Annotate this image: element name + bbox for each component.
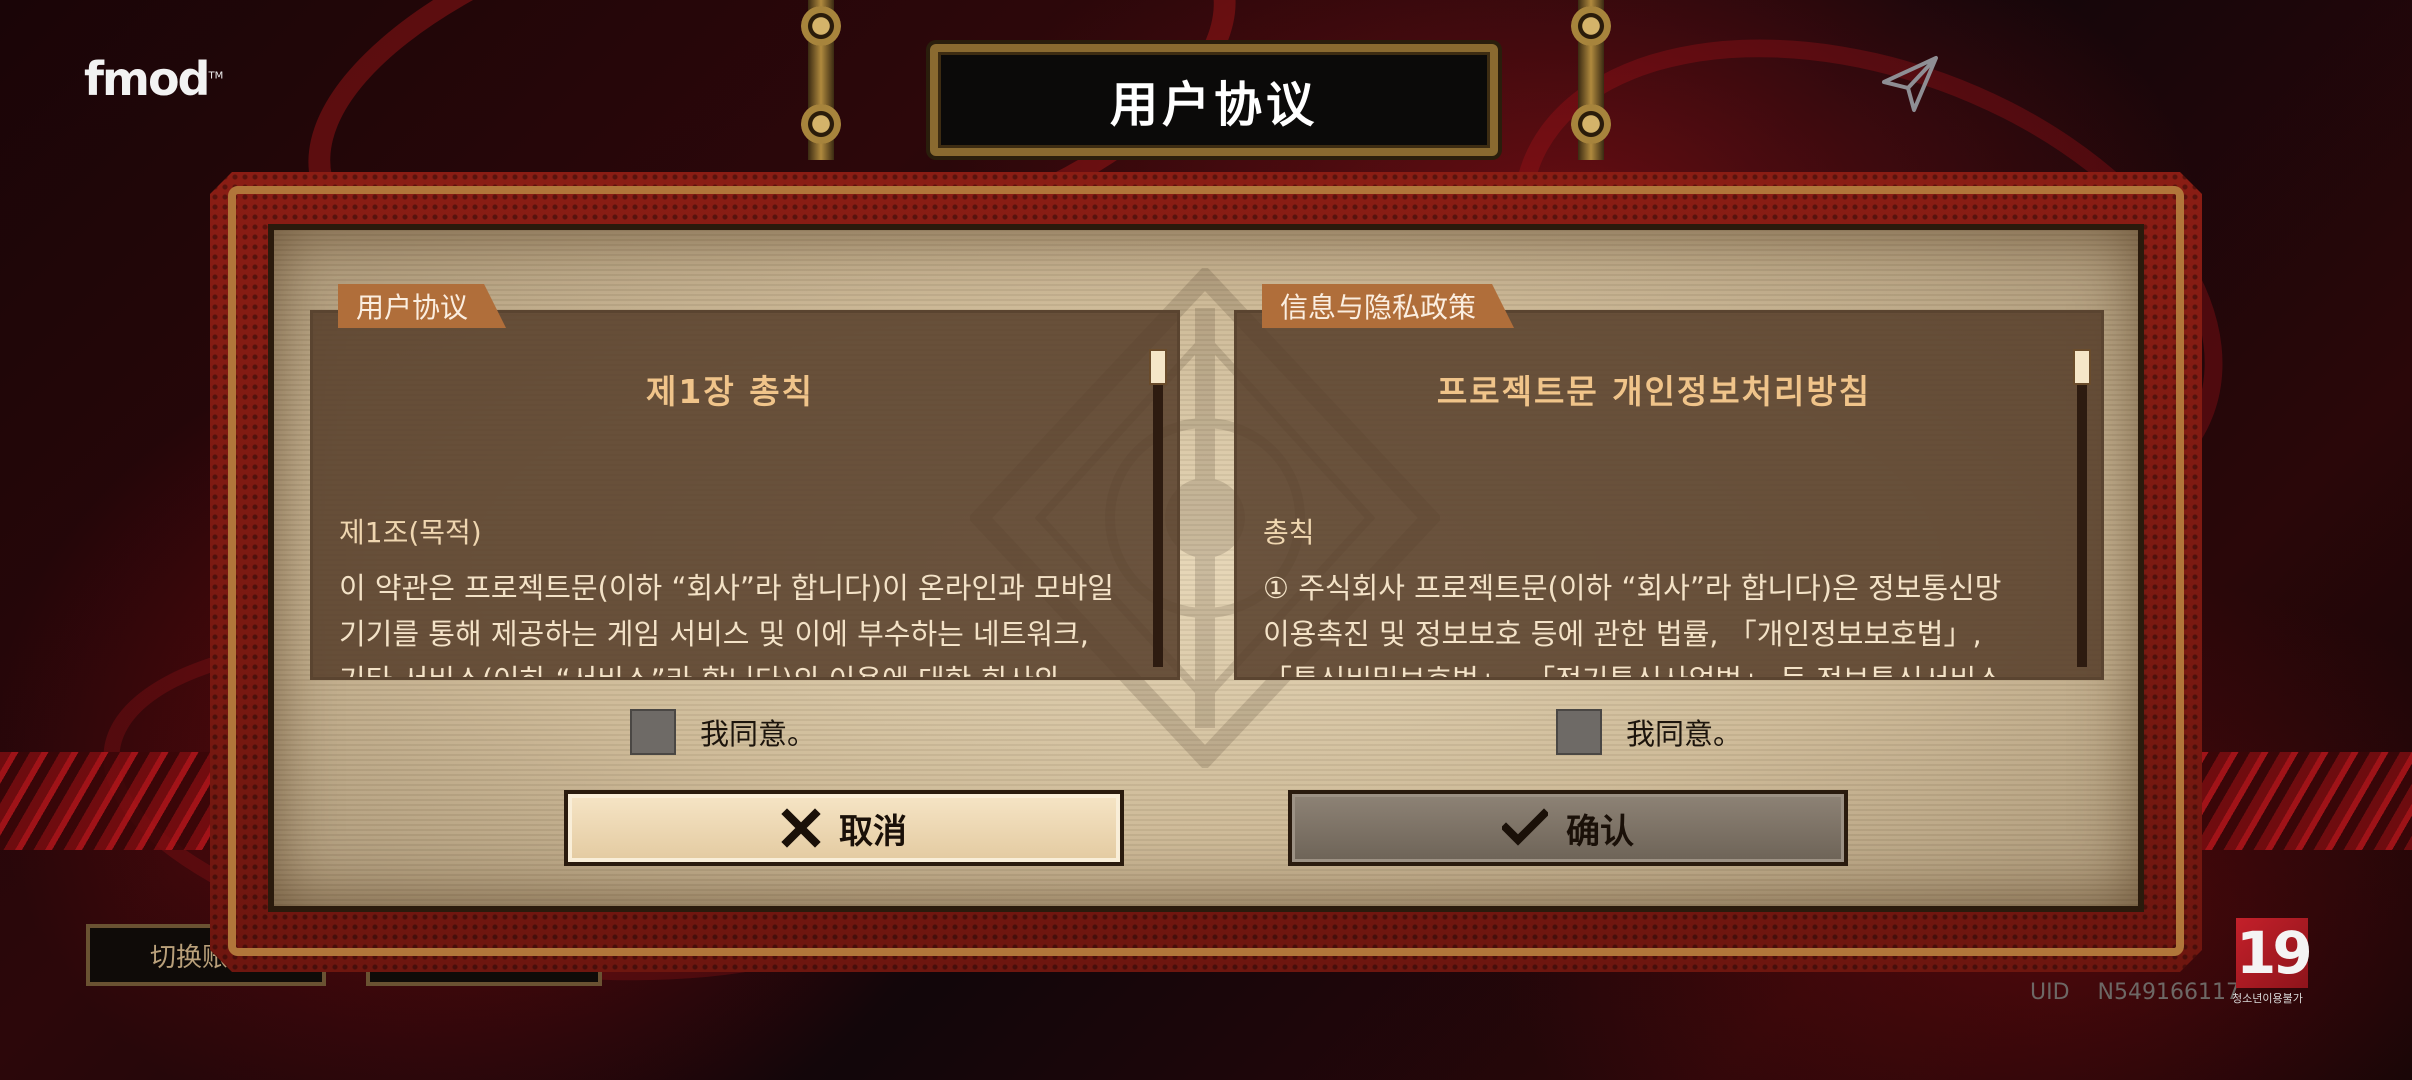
confirm-label: 确认 — [1566, 811, 1634, 852]
user-agreement-title: 제1장 총칙 — [646, 372, 814, 411]
privacy-policy-tab: 信息与隐私政策 — [1262, 284, 1514, 328]
user-agreement-scroll-thumb[interactable] — [1149, 349, 1167, 385]
header-rod-knob — [1571, 104, 1611, 144]
body-line: 「통신비밀보호법」, 「전기통신사업법」 등 정보통신서비스 — [1263, 663, 2003, 680]
privacy-policy-scroll-thumb[interactable] — [2073, 349, 2091, 385]
header-rod-knob — [801, 104, 841, 144]
privacy-policy-agree[interactable]: 我同意。 — [1556, 708, 1742, 756]
user-agreement-agree[interactable]: 我同意。 — [630, 708, 816, 756]
user-agreement-tab: 用户协议 — [338, 284, 506, 328]
body-line: 이용촉진 및 정보보호 등에 관한 법률, 「개인정보보호법」, — [1263, 617, 1982, 651]
privacy-policy-scrollbar[interactable] — [2077, 349, 2087, 667]
age-rating-caption: 청소년이용불가 — [2232, 992, 2303, 1005]
body-line: ① 주식회사 프로젝트문(이하 “회사”라 합니다)은 정보통신망 — [1263, 571, 2002, 605]
fmod-logo: fmodTM — [84, 52, 224, 106]
privacy-policy-checkbox[interactable] — [1556, 709, 1602, 755]
user-agreement-scrollbar[interactable] — [1153, 349, 1163, 667]
body-line: 기타 서비스(이하 “서비스”라 합니다)의 이용에 대한 회사와 — [339, 663, 1061, 680]
privacy-policy-body: ① 주식회사 프로젝트문(이하 “회사”라 합니다)은 정보통신망 이용촉진 및… — [1263, 565, 2053, 680]
background-red-band-left — [0, 752, 230, 850]
x-icon — [781, 808, 821, 848]
send-icon — [1882, 56, 1938, 112]
body-line: 기기를 통해 제공하는 게임 서비스 및 이에 부수하는 네트워크, — [339, 617, 1089, 651]
user-agreement-body: 이 약관은 프로젝트문(이하 “회사”라 합니다)이 온라인과 모바일 기기를 … — [339, 565, 1129, 680]
privacy-policy-agree-label: 我同意。 — [1626, 717, 1743, 751]
privacy-policy-panel[interactable]: 프로젝트문 개인정보처리방침 총칙 ① 주식회사 프로젝트문(이하 “회사”라 … — [1234, 310, 2104, 680]
user-agreement-heading: 제1조(목적) — [339, 516, 482, 549]
body-line: 이 약관은 프로젝트문(이하 “회사”라 합니다)이 온라인과 모바일 — [339, 571, 1114, 605]
privacy-policy-heading: 총칙 — [1263, 516, 1315, 549]
header-rod-knob — [801, 6, 841, 46]
privacy-policy-title: 프로젝트문 개인정보처리방침 — [1436, 372, 1872, 411]
share-button[interactable] — [1860, 42, 1960, 126]
page-title: 用户协议 — [930, 44, 1498, 156]
confirm-button[interactable]: 确认 — [1288, 790, 1848, 866]
header-rod-knob — [1571, 6, 1611, 46]
age-rating-badge: 19 — [2236, 918, 2313, 988]
background-red-band-right — [2190, 752, 2412, 850]
uid-display: UID N549166117 — [2030, 980, 2240, 1005]
check-icon — [1502, 808, 1548, 846]
cancel-label: 取消 — [839, 811, 907, 852]
uid-value: N549166117 — [2097, 980, 2240, 1005]
cancel-button[interactable]: 取消 — [564, 790, 1124, 866]
user-agreement-panel[interactable]: 제1장 총칙 제1조(목적) 이 약관은 프로젝트문(이하 “회사”라 합니다)… — [310, 310, 1180, 680]
uid-label: UID — [2030, 980, 2070, 1005]
user-agreement-checkbox[interactable] — [630, 709, 676, 755]
user-agreement-agree-label: 我同意。 — [700, 717, 817, 751]
